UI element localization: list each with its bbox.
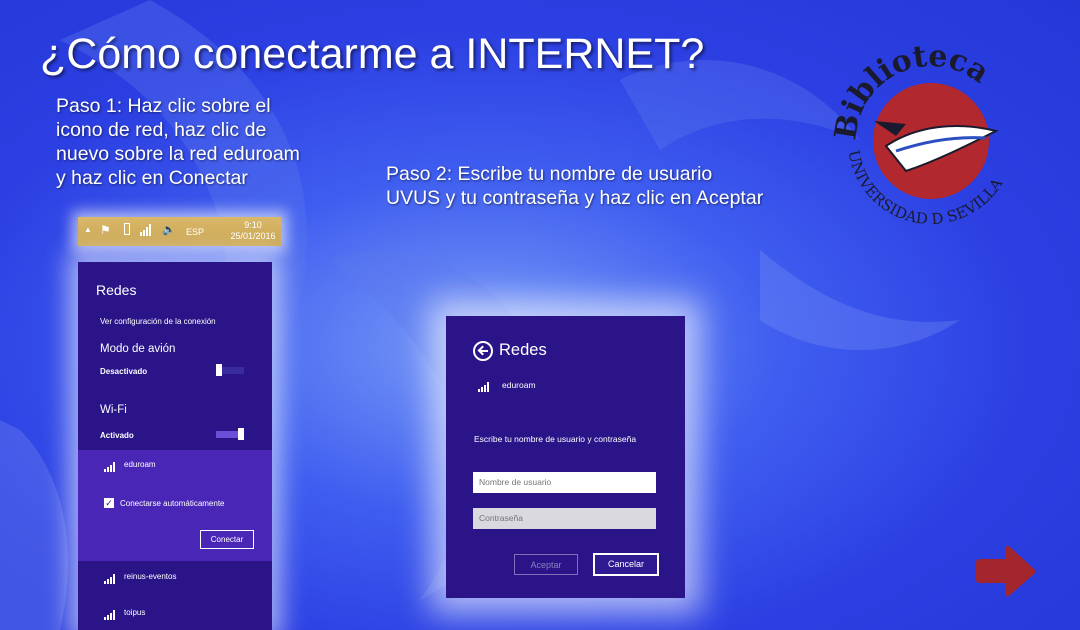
step-1-instructions: Paso 1: Haz clic sobre el icono de red, … <box>56 94 356 190</box>
airplane-mode-toggle[interactable] <box>216 364 244 376</box>
airplane-mode-state: Desactivado <box>100 367 148 376</box>
step-2-instructions: Paso 2: Escribe tu nombre de usuario UVU… <box>386 162 826 210</box>
connect-button[interactable]: Conectar <box>200 530 254 549</box>
login-panel: Redes eduroam Escribe tu nombre de usuar… <box>446 316 685 598</box>
airplane-mode-label: Modo de avión <box>100 343 176 355</box>
next-arrow-icon[interactable] <box>972 543 1038 599</box>
wifi-signal-icon <box>104 574 118 584</box>
network-icon[interactable] <box>140 224 152 236</box>
language-indicator[interactable]: ESP <box>186 227 204 237</box>
login-network-name: eduroam <box>502 380 536 390</box>
taskbar: ▲ ⚑ 🔈 ESP 9:10 25/01/2016 <box>78 217 281 246</box>
clock-date: 25/01/2016 <box>230 231 276 241</box>
back-arrow-icon[interactable] <box>473 341 493 361</box>
clock[interactable]: 9:10 25/01/2016 <box>228 220 278 242</box>
network-name-eduroam: eduroam <box>124 460 156 469</box>
biblioteca-logo: Biblioteca UNIVERSIDAD D SEVILLA <box>828 39 1006 229</box>
step-1-line: nuevo sobre la red eduroam <box>56 143 300 165</box>
login-panel-title: Redes <box>499 341 547 359</box>
volume-icon[interactable]: 🔈 <box>162 223 176 236</box>
networks-panel-title: Redes <box>96 282 137 298</box>
step-1-line: Paso 1: Haz clic sobre el <box>56 95 271 117</box>
wifi-state: Activado <box>100 431 134 440</box>
flag-icon[interactable]: ⚑ <box>100 223 111 237</box>
clock-time: 9:10 <box>244 220 262 230</box>
wifi-signal-icon <box>478 382 492 392</box>
wifi-label: Wi-Fi <box>100 404 127 416</box>
login-prompt: Escribe tu nombre de usuario y contraseñ… <box>474 434 637 444</box>
wifi-toggle[interactable] <box>216 428 244 440</box>
page-title: ¿Cómo conectarme a INTERNET? <box>40 30 705 78</box>
wifi-signal-icon <box>104 610 118 620</box>
password-input[interactable] <box>473 508 656 529</box>
network-item-label[interactable]: reinus-eventos <box>124 572 176 581</box>
auto-connect-checkbox[interactable]: ✓ <box>104 498 114 508</box>
networks-panel: Redes Ver configuración de la conexión M… <box>78 262 272 630</box>
chevron-up-icon[interactable]: ▲ <box>84 225 92 234</box>
network-item-label[interactable]: toipus <box>124 608 145 617</box>
step-1-line: y haz clic en Conectar <box>56 167 248 189</box>
wifi-signal-icon <box>104 462 118 472</box>
cancel-button[interactable]: Cancelar <box>593 553 659 576</box>
auto-connect-label: Conectarse automáticamente <box>120 499 225 508</box>
connection-settings-link[interactable]: Ver configuración de la conexión <box>100 317 216 326</box>
step-2-line: UVUS y tu contraseña y haz clic en Acept… <box>386 187 764 209</box>
username-input[interactable] <box>473 472 656 493</box>
accept-button[interactable]: Aceptar <box>514 554 578 575</box>
step-2-line: Paso 2: Escribe tu nombre de usuario <box>386 163 713 185</box>
step-1-line: icono de red, haz clic de <box>56 119 267 141</box>
battery-icon[interactable] <box>124 223 130 235</box>
